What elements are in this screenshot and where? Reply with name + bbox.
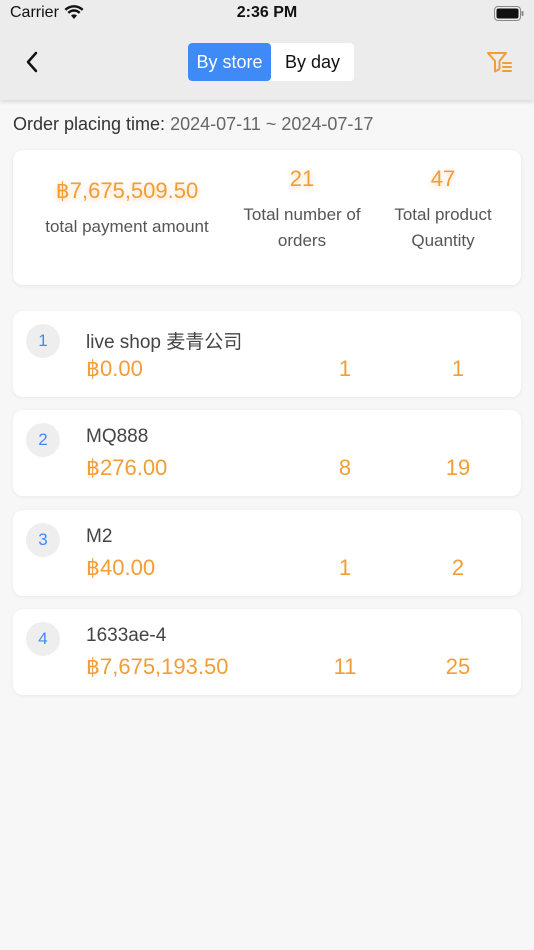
store-row[interactable]: 4 1633ae-4 ฿7,675,193.50 11 25 xyxy=(13,609,521,695)
store-quantity: 1 xyxy=(451,356,465,381)
summary-card: ฿7,675,509.50 total payment amount 21 To… xyxy=(13,150,521,285)
nav-header: Carrier 2:36 PM By store By day xyxy=(0,0,534,100)
back-button[interactable] xyxy=(18,48,46,76)
store-row[interactable]: 1 live shop 麦青公司 ฿0.00 1 1 xyxy=(13,311,521,397)
total-quantity-label-line1: Total product xyxy=(394,205,492,224)
store-quantity: 25 xyxy=(445,654,471,679)
store-amount: ฿0.00 xyxy=(86,356,143,381)
store-orders: 11 xyxy=(333,654,357,679)
total-orders-label-line1: Total number of xyxy=(243,205,361,224)
store-amount: ฿7,675,193.50 xyxy=(86,654,229,679)
status-bar: Carrier 2:36 PM xyxy=(0,0,534,30)
store-name: live shop 麦青公司 xyxy=(86,332,243,353)
rank-badge: 2 xyxy=(26,423,60,457)
rank-badge: 3 xyxy=(26,523,60,557)
store-orders: 8 xyxy=(338,455,352,480)
store-name: 1633ae-4 xyxy=(86,625,167,646)
store-amount: ฿40.00 xyxy=(86,555,156,580)
store-orders: 1 xyxy=(338,356,352,381)
order-time-range[interactable]: 2024-07-11 ~ 2024-07-17 xyxy=(170,114,373,134)
filter-button[interactable] xyxy=(485,48,513,76)
store-quantity: 19 xyxy=(445,455,471,480)
tab-by-day[interactable]: By day xyxy=(271,43,354,81)
battery-icon xyxy=(494,6,524,21)
store-amount: ฿276.00 xyxy=(86,455,168,480)
total-payment-label: total payment amount xyxy=(45,217,209,236)
store-row[interactable]: 2 MQ888 ฿276.00 8 19 xyxy=(13,410,521,496)
clock: 2:36 PM xyxy=(236,4,298,21)
total-orders: 21 Total number of orders xyxy=(231,166,373,254)
store-orders: 1 xyxy=(338,555,352,580)
store-name: M2 xyxy=(86,526,113,547)
total-orders-label-line2: orders xyxy=(277,231,327,250)
rank-badge: 4 xyxy=(26,622,60,656)
order-time-label: Order placing time: xyxy=(13,114,166,134)
order-time-row: Order placing time: 2024-07-11 ~ 2024-07… xyxy=(13,114,373,135)
chevron-left-icon xyxy=(26,51,38,73)
total-payment: ฿7,675,509.50 total payment amount xyxy=(23,178,231,240)
rank-badge: 1 xyxy=(26,324,60,358)
view-toggle: By store By day xyxy=(188,43,354,81)
total-quantity: 47 Total product Quantity xyxy=(379,166,507,254)
store-quantity: 2 xyxy=(451,555,465,580)
total-orders-value: 21 xyxy=(289,166,315,191)
store-name: MQ888 xyxy=(86,426,149,447)
total-quantity-value: 47 xyxy=(430,166,456,191)
total-payment-value: ฿7,675,509.50 xyxy=(55,178,199,203)
tab-by-store[interactable]: By store xyxy=(188,43,271,81)
filter-icon xyxy=(487,52,512,73)
total-quantity-label-line2: Quantity xyxy=(411,231,475,250)
store-row[interactable]: 3 M2 ฿40.00 1 2 xyxy=(13,510,521,596)
